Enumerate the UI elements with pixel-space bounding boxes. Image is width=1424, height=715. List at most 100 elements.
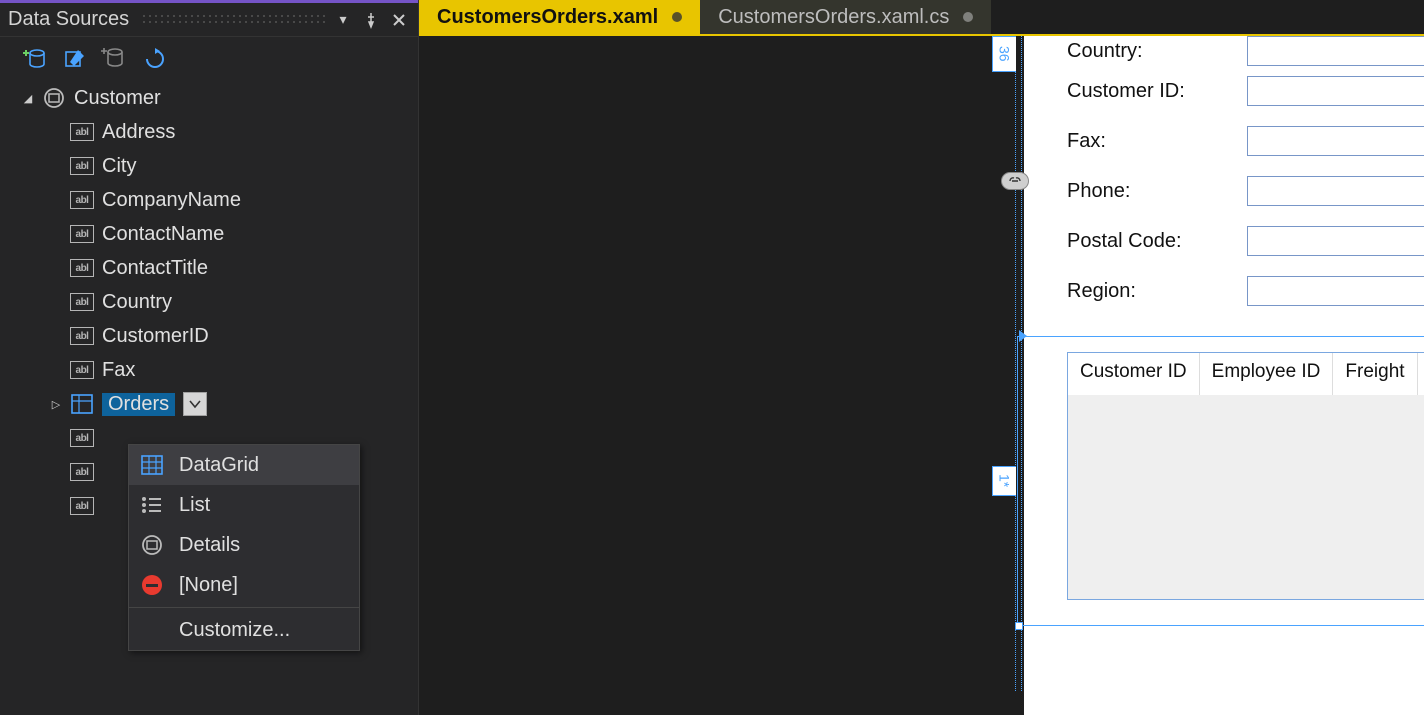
column-header[interactable]: Customer ID [1068,353,1200,395]
configure-data-source-icon[interactable] [104,47,126,71]
field-icon: abl [70,325,94,347]
tree-node-label: Customer [74,87,161,110]
form-row-phone: Phone: [1067,166,1424,216]
panel-title: Data Sources [8,8,129,31]
tree-node-label: City [102,155,136,178]
control-type-menu: DataGrid List Details [None] Customize..… [128,444,360,651]
field-icon: abl [70,155,94,177]
tab-bar: CustomersOrders.xaml CustomersOrders.xam… [419,0,1424,36]
tree-node-contacttitle[interactable]: abl ContactTitle [10,251,408,285]
row-size-tag[interactable]: 1* [992,466,1016,496]
form-label: Customer ID: [1067,80,1227,103]
drop-control-type-button[interactable] [183,392,207,416]
pin-icon[interactable] [360,9,382,31]
menu-item-customize[interactable]: Customize... [129,610,359,650]
tree-node-label: Country [102,291,172,314]
tree-node-customer[interactable]: ◢ Customer [10,81,408,115]
tree-node-label: Orders [102,393,175,416]
tree-node-address[interactable]: abl Address [10,115,408,149]
form-row-country: Country: [1067,36,1424,66]
menu-item-label: List [179,494,210,517]
tree-node-customerid[interactable]: abl CustomerID [10,319,408,353]
dirty-dot-icon [672,12,682,22]
blank-icon [139,618,165,642]
tree-node-city[interactable]: abl City [10,149,408,183]
menu-item-label: Details [179,534,240,557]
field-icon: abl [70,223,94,245]
designer-surface[interactable]: 36 1* Country: Customer ID: Fax: Phone: [419,36,1424,715]
tab-label: CustomersOrders.xaml.cs [718,6,949,29]
menu-item-label: Customize... [179,619,290,642]
tree-node-label: Fax [102,359,135,382]
tab-customersorders-xaml[interactable]: CustomersOrders.xaml [419,0,700,34]
form-row-postalcode: Postal Code: [1067,216,1424,266]
tab-label: CustomersOrders.xaml [437,6,658,29]
form-label: Postal Code: [1067,230,1227,253]
tree-node-companyname[interactable]: abl CompanyName [10,183,408,217]
tree-node-orders[interactable]: ▷ Orders [10,387,408,421]
tree-node-country[interactable]: abl Country [10,285,408,319]
datagrid-icon [139,453,165,477]
country-input[interactable] [1247,36,1424,66]
phone-input[interactable] [1247,176,1424,206]
form-label: Phone: [1067,180,1227,203]
field-icon: abl [70,189,94,211]
field-icon: abl [70,461,94,483]
customerid-input[interactable] [1247,76,1424,106]
details-icon [139,533,165,557]
close-icon[interactable] [388,9,410,31]
tree-node-label: Address [102,121,175,144]
field-icon: abl [70,359,94,381]
form-row-fax: Fax: [1067,116,1424,166]
panel-drag-grip[interactable] [141,13,326,27]
menu-item-list[interactable]: List [129,485,359,525]
tree-node-fax[interactable]: abl Fax [10,353,408,387]
field-icon: abl [70,121,94,143]
column-header[interactable]: Freight [1333,353,1417,395]
postalcode-input[interactable] [1247,226,1424,256]
refresh-icon[interactable] [144,48,166,70]
form-label: Country: [1067,40,1227,63]
form-row-customerid: Customer ID: [1067,66,1424,116]
tab-customersorders-xaml-cs[interactable]: CustomersOrders.xaml.cs [700,0,991,34]
dirty-dot-icon [963,12,973,22]
tree-node-label: CustomerID [102,325,209,348]
editor-area: CustomersOrders.xaml CustomersOrders.xam… [418,0,1424,715]
datagrid-body [1068,395,1424,599]
tree-node-label: CompanyName [102,189,241,212]
ruler-guide [1015,36,1016,691]
collection-icon [70,393,94,415]
region-input[interactable] [1247,276,1424,306]
menu-item-none[interactable]: [None] [129,565,359,605]
list-icon [139,493,165,517]
panel-header: Data Sources ▾ [0,3,418,37]
tree-node-contactname[interactable]: abl ContactName [10,217,408,251]
row-size-tag[interactable]: 36 [992,36,1016,72]
expander-icon[interactable]: ▷ [50,398,62,410]
add-data-source-icon[interactable] [24,47,46,71]
resize-handle[interactable] [1015,622,1023,630]
fax-input[interactable] [1247,126,1424,156]
column-header[interactable]: Order Date [1418,353,1424,395]
tree-node-label: ContactTitle [102,257,208,280]
field-icon: abl [70,495,94,517]
datagrid-header: Customer ID Employee ID Freight Order Da… [1068,353,1424,395]
orders-datagrid[interactable]: Customer ID Employee ID Freight Order Da… [1067,352,1424,600]
panel-dropdown-icon[interactable]: ▾ [332,9,354,31]
form-label: Fax: [1067,130,1227,153]
field-icon: abl [70,427,94,449]
form-label: Region: [1067,280,1227,303]
column-header[interactable]: Employee ID [1200,353,1334,395]
menu-item-label: [None] [179,574,238,597]
expander-icon[interactable]: ◢ [22,92,34,104]
form-row-region: Region: [1067,266,1424,316]
edit-data-source-icon[interactable] [64,48,86,70]
menu-item-datagrid[interactable]: DataGrid [129,445,359,485]
customer-form: Country: Customer ID: Fax: Phone: Postal… [1067,36,1424,316]
panel-toolbar [0,37,418,75]
entity-icon [42,87,66,109]
menu-separator [129,607,359,608]
menu-item-details[interactable]: Details [129,525,359,565]
link-anchor-icon[interactable] [1001,172,1029,190]
menu-item-label: DataGrid [179,454,259,477]
